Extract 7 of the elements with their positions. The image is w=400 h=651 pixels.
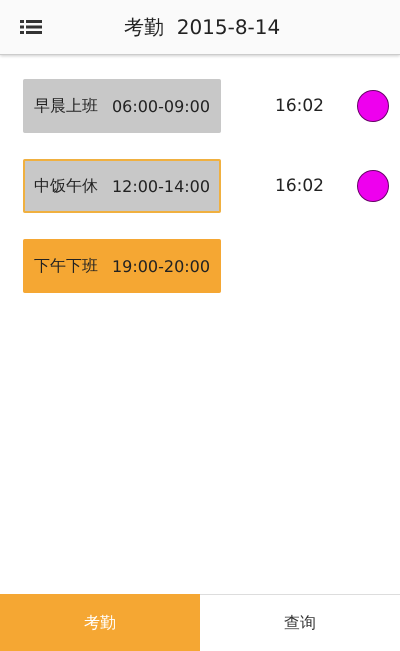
check-time: 16:02 (275, 96, 325, 116)
window-title: 考勤 2015-8-14 (124, 14, 280, 40)
shift-button[interactable]: 下午下班 19:00-20:00 (23, 239, 221, 293)
shift-button[interactable]: 中饭午休 12:00-14:00 (23, 159, 221, 213)
shift-button[interactable]: 早晨上班 06:00-09:00 (23, 79, 221, 133)
menu-icon[interactable] (20, 20, 42, 34)
check-time: 16:02 (275, 176, 325, 196)
